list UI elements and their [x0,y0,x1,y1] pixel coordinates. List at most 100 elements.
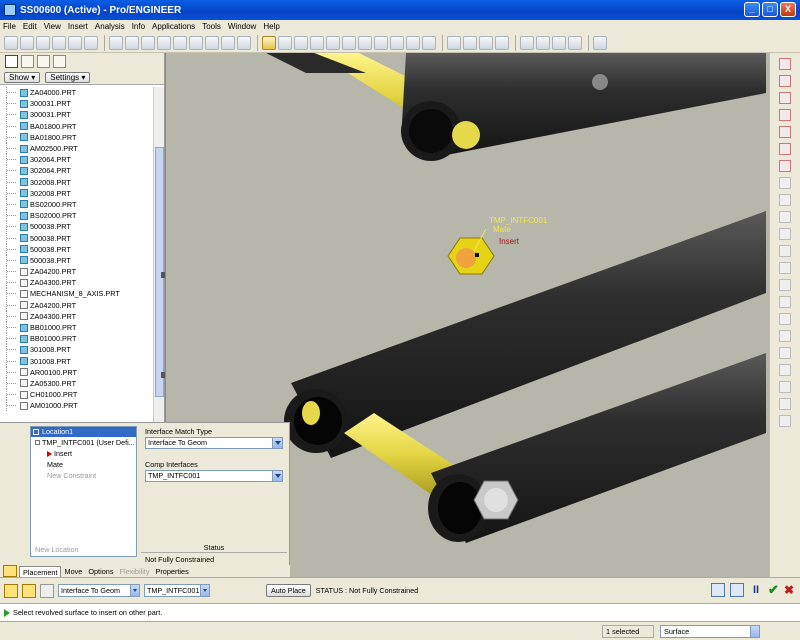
chevron-down-icon[interactable] [200,585,209,596]
menu-help[interactable]: Help [263,22,279,31]
pan-icon[interactable] [310,35,324,50]
tree-item[interactable]: ZA04200.PRT [0,299,153,311]
ok-button[interactable]: ✔ [768,583,779,597]
menu-insert[interactable]: Insert [68,22,88,31]
tree-item[interactable]: 500038.PRT [0,243,153,255]
tree-item[interactable]: AM02500.PRT [0,143,153,155]
placement-set-location1[interactable]: Location1 [31,427,136,437]
rib-icon[interactable] [779,296,791,308]
tree-item[interactable]: CH01000.PRT [0,389,153,401]
datum-axis-icon[interactable] [779,92,791,104]
collapse-icon[interactable] [33,429,39,435]
menu-window[interactable]: Window [228,22,256,31]
shading-icon[interactable] [495,35,509,50]
tree-item[interactable]: 302064.PRT [0,154,153,166]
constraint-insert[interactable]: Insert [31,448,136,459]
round-icon[interactable] [779,330,791,342]
email-icon[interactable] [68,35,82,50]
datum-planes-icon[interactable] [520,35,534,50]
tree-item[interactable]: 302064.PRT [0,165,153,177]
tree-item[interactable]: BA01800.PRT [0,131,153,143]
datum-curve-icon[interactable] [779,109,791,121]
tree-item[interactable]: 302008.PRT [0,187,153,199]
sweep-icon[interactable] [779,228,791,240]
menu-tools[interactable]: Tools [202,22,221,31]
dashboard-interface-select[interactable]: TMP_INTFC001 [144,584,210,597]
collapse-icon[interactable] [35,440,40,445]
redo-icon[interactable] [125,35,139,50]
refit-icon[interactable] [358,35,372,50]
tab-options[interactable]: Options [85,566,116,577]
menu-edit[interactable]: Edit [23,22,37,31]
find-icon[interactable] [221,35,235,50]
pattern-icon[interactable] [779,415,791,427]
tree-item[interactable]: AM01000.PRT [0,400,153,412]
new-location[interactable]: New Location [35,545,79,554]
paste-special-icon[interactable] [189,35,203,50]
tree-item[interactable]: MECHANISM_8_AXIS.PRT [0,288,153,300]
datum-points-icon[interactable] [552,35,566,50]
trim-icon[interactable] [779,398,791,410]
send-icon[interactable] [84,35,98,50]
revolve-icon[interactable] [779,211,791,223]
coordinate-system-icon[interactable] [779,143,791,155]
mechanism-connection-icon[interactable] [22,583,36,598]
sketch-icon[interactable] [779,177,791,189]
user-defined-constraint-icon[interactable] [4,583,18,598]
undo-icon[interactable] [109,35,123,50]
blend-icon[interactable] [779,245,791,257]
constraint-mate[interactable]: Mate [31,459,136,470]
new-file-icon[interactable] [4,35,18,50]
hidden-line-icon[interactable] [463,35,477,50]
tree-item[interactable]: BS02000.PRT [0,210,153,222]
tree-item[interactable]: 500038.PRT [0,221,153,233]
wireframe-icon[interactable] [447,35,461,50]
match-type-select[interactable]: Interface To Geom [145,437,283,449]
folder-browser-tab-icon[interactable] [21,55,34,68]
view-manager-icon[interactable] [422,35,436,50]
tree-item[interactable]: ZA04300.PRT [0,310,153,322]
comp-interfaces-select[interactable]: TMP_INTFC001 [145,470,283,482]
tree-item[interactable]: 500038.PRT [0,232,153,244]
favorites-tab-icon[interactable] [37,55,50,68]
draft-icon[interactable] [779,313,791,325]
dashboard-match-select[interactable]: Interface To Geom [58,584,140,597]
menu-analysis[interactable]: Analysis [95,22,125,31]
save-icon[interactable] [36,35,50,50]
saved-views-icon[interactable] [390,35,404,50]
menu-info[interactable]: Info [132,22,145,31]
regenerate-icon[interactable] [205,35,219,50]
zoom-in-icon[interactable] [326,35,340,50]
chevron-down-icon[interactable] [130,585,139,596]
menu-view[interactable]: View [44,22,61,31]
interface-item[interactable]: TMP_INTFC001 (User Defi... [31,437,136,448]
tree-item[interactable]: BA01800.PRT [0,120,153,132]
tree-item[interactable]: 301008.PRT [0,344,153,356]
separate-window-icon[interactable] [711,583,726,597]
analysis-icon[interactable] [779,160,791,172]
auto-place-button[interactable]: Auto Place [266,584,311,597]
selection-filter[interactable]: Surface [660,625,760,638]
new-constraint[interactable]: New Constraint [31,470,136,481]
select-box-icon[interactable] [237,35,251,50]
repaint-icon[interactable] [262,35,276,50]
tab-move[interactable]: Move [61,566,85,577]
reorient-icon[interactable] [374,35,388,50]
open-file-icon[interactable] [20,35,34,50]
pause-button[interactable]: II [749,583,763,597]
chevron-down-icon[interactable] [272,471,282,481]
mirror-icon[interactable] [779,364,791,376]
tree-item[interactable]: ZA05300.PRT [0,377,153,389]
layers-icon[interactable] [406,35,420,50]
tree-item[interactable]: 300031.PRT [0,109,153,121]
tree-item[interactable]: 301008.PRT [0,355,153,367]
tree-item[interactable]: ZA04200.PRT [0,266,153,278]
tree-item[interactable]: AR00100.PRT [0,366,153,378]
menu-file[interactable]: File [3,22,16,31]
placement-set-list[interactable]: Location1 TMP_INTFC001 (User Defi... Ins… [30,426,137,557]
tree-item[interactable]: 500038.PRT [0,254,153,266]
settings-button[interactable]: Settings ▾ [45,71,91,83]
chamfer-icon[interactable] [779,347,791,359]
close-button[interactable]: X [780,2,796,17]
tree-item[interactable]: BB01000.PRT [0,322,153,334]
